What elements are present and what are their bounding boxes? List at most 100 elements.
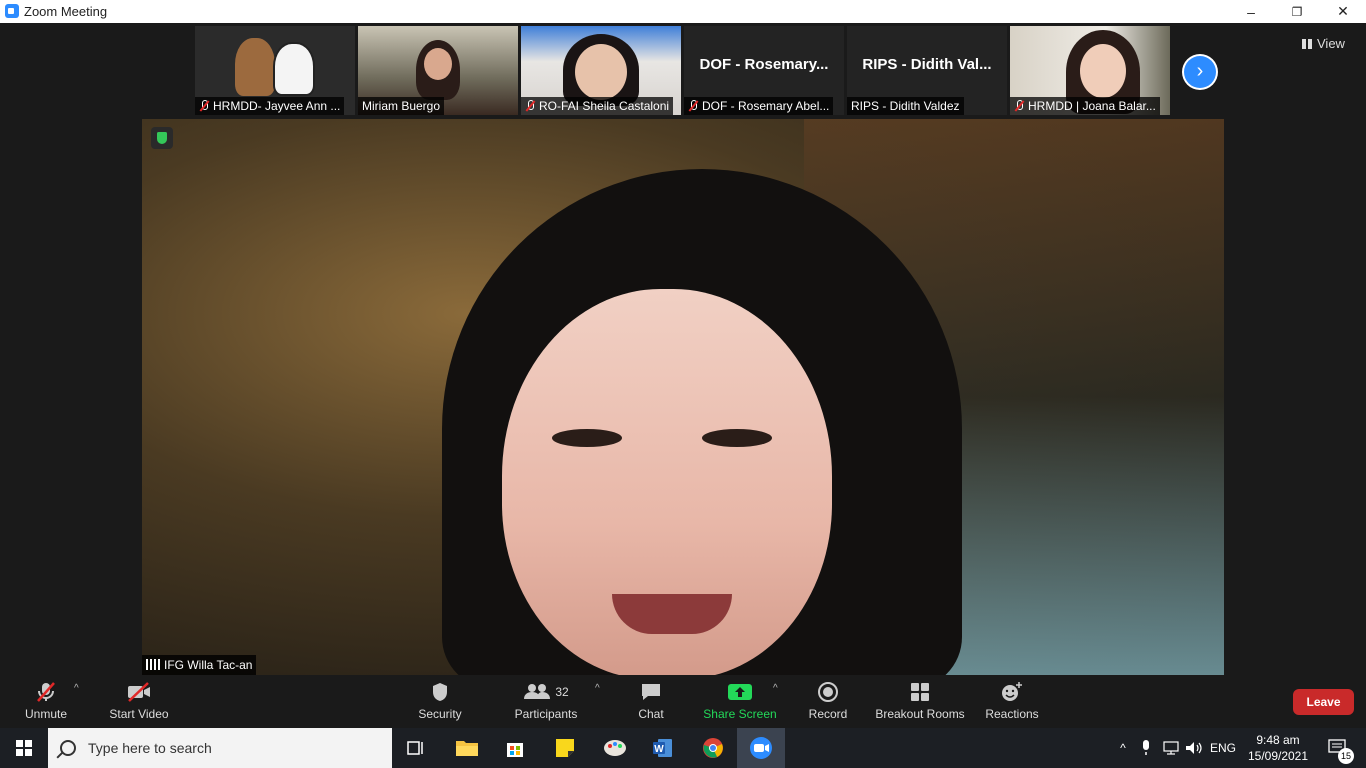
video-off-icon [128, 682, 150, 702]
system-clock[interactable]: 9:48 am 15/09/2021 [1246, 732, 1310, 764]
restore-button[interactable]: ❐ [1274, 0, 1320, 23]
close-button[interactable]: ✕ [1320, 0, 1366, 23]
chat-icon [642, 684, 660, 700]
chevron-right-icon[interactable]: › [1184, 56, 1216, 88]
zoom-icon [750, 737, 772, 759]
view-button[interactable]: View [1302, 33, 1356, 55]
file-explorer-button[interactable] [443, 728, 491, 768]
start-button[interactable] [0, 728, 48, 768]
chat-button[interactable]: Chat [626, 677, 676, 728]
windows-logo-icon [16, 740, 32, 756]
task-view-icon [407, 741, 423, 755]
participant-name: RIPS - Didith Valdez [847, 97, 964, 115]
chrome-icon [703, 738, 723, 758]
notification-count: 15 [1338, 748, 1354, 764]
store-icon [507, 743, 523, 757]
task-view-button[interactable] [392, 728, 440, 768]
active-speaker-video [142, 119, 1224, 675]
security-label: Security [418, 707, 462, 721]
unmute-button[interactable]: Unmute [16, 677, 76, 728]
sticky-notes-button[interactable] [541, 728, 589, 768]
sticky-notes-icon [556, 739, 574, 757]
record-icon [818, 682, 838, 702]
unmute-label: Unmute [24, 707, 68, 721]
participant-tile[interactable]: DOF - Rosemary... DOF - Rosemary Abel... [684, 26, 844, 115]
taskbar-search[interactable]: Type here to search [48, 728, 392, 768]
share-screen-icon [728, 684, 752, 700]
participant-tile[interactable]: RO-FAI Sheila Castaloni [521, 26, 681, 115]
participant-tile[interactable]: HRMDD | Joana Balar... [1010, 26, 1170, 115]
audio-options-caret[interactable]: ^ [74, 683, 79, 694]
zoom-app-icon [5, 4, 19, 18]
participant-tile[interactable]: RIPS - Didith Val... RIPS - Didith Valde… [847, 26, 1007, 115]
participant-name: HRMDD | Joana Balar... [1010, 97, 1160, 115]
volume-icon[interactable] [1184, 728, 1204, 768]
participant-tile[interactable]: Miriam Buergo [358, 26, 518, 115]
participant-tile[interactable]: HRMDD- Jayvee Ann ... [195, 26, 355, 115]
signal-strength-icon [146, 659, 160, 670]
minimize-button[interactable]: – [1228, 0, 1274, 23]
svg-text:W: W [654, 744, 664, 755]
cartoon-bears-avatar [233, 32, 317, 96]
store-button[interactable] [491, 728, 539, 768]
word-icon: W [653, 739, 672, 757]
breakout-rooms-label: Breakout Rooms [875, 707, 965, 721]
reactions-label: Reactions [985, 707, 1039, 721]
participants-options-caret[interactable]: ^ [595, 683, 600, 694]
search-placeholder: Type here to search [88, 740, 212, 756]
participants-button[interactable]: 32 Participants [510, 677, 582, 728]
reactions-icon [1002, 682, 1022, 701]
chat-label: Chat [638, 707, 664, 721]
participants-count: 32 [555, 685, 569, 699]
participant-name: RO-FAI Sheila Castaloni [521, 97, 674, 115]
share-options-caret[interactable]: ^ [773, 683, 778, 694]
share-screen-label: Share Screen [703, 707, 777, 721]
participant-face [1080, 44, 1126, 98]
chrome-button[interactable] [689, 728, 737, 768]
participant-face [575, 44, 627, 100]
network-icon[interactable] [1160, 728, 1182, 768]
share-screen-button[interactable]: Share Screen [700, 677, 780, 728]
folder-icon [456, 741, 478, 756]
meeting-toolbar: Unmute ^ Start Video Security 32 Partici… [0, 677, 1366, 728]
security-button[interactable]: Security [410, 677, 470, 728]
encryption-shield-icon[interactable] [151, 127, 173, 149]
participants-icon [524, 684, 551, 699]
muted-mic-icon [525, 100, 535, 112]
speaker-eye [702, 429, 772, 447]
muted-mic-icon [199, 100, 209, 112]
record-label: Record [808, 707, 848, 721]
participant-name: Miriam Buergo [358, 97, 445, 115]
clock-time: 9:48 am [1256, 733, 1300, 747]
start-video-label: Start Video [109, 707, 169, 721]
breakout-rooms-button[interactable]: Breakout Rooms [872, 677, 968, 728]
record-button[interactable]: Record [800, 677, 856, 728]
participant-name: HRMDD- Jayvee Ann ... [195, 97, 345, 115]
muted-mic-icon [1014, 100, 1024, 112]
meeting-stage: HRMDD- Jayvee Ann ... Miriam Buergo RO-F… [0, 23, 1366, 677]
breakout-rooms-icon [911, 683, 929, 701]
participant-big-label: DOF - Rosemary... [699, 56, 829, 73]
muted-mic-icon [688, 100, 698, 112]
clock-date: 15/09/2021 [1247, 749, 1309, 763]
speaker-eye [552, 429, 622, 447]
word-button[interactable]: W [639, 728, 687, 768]
notifications-button[interactable]: 15 [1318, 728, 1358, 768]
show-hidden-icons[interactable]: ^ [1112, 728, 1134, 768]
speaker-name-label: IFG Willa Tac-an [142, 655, 257, 675]
leave-button[interactable]: Leave [1293, 689, 1354, 715]
zoom-taskbar-button[interactable] [737, 728, 785, 768]
participants-label: Participants [514, 707, 578, 721]
windows-taskbar: Type here to search W ^ ENG 9:48 am 15/0… [0, 728, 1366, 768]
start-video-button[interactable]: Start Video [104, 677, 174, 728]
reactions-button[interactable]: Reactions [982, 677, 1042, 728]
grid-view-icon [1302, 39, 1312, 49]
paint-palette-icon [604, 740, 626, 756]
shield-icon [433, 683, 447, 701]
paint-button[interactable] [591, 728, 639, 768]
input-language[interactable]: ENG [1208, 728, 1238, 768]
microphone-icon[interactable] [1136, 728, 1156, 768]
participant-big-label: RIPS - Didith Val... [862, 56, 992, 73]
search-icon [60, 740, 76, 756]
participant-name: DOF - Rosemary Abel... [684, 97, 834, 115]
